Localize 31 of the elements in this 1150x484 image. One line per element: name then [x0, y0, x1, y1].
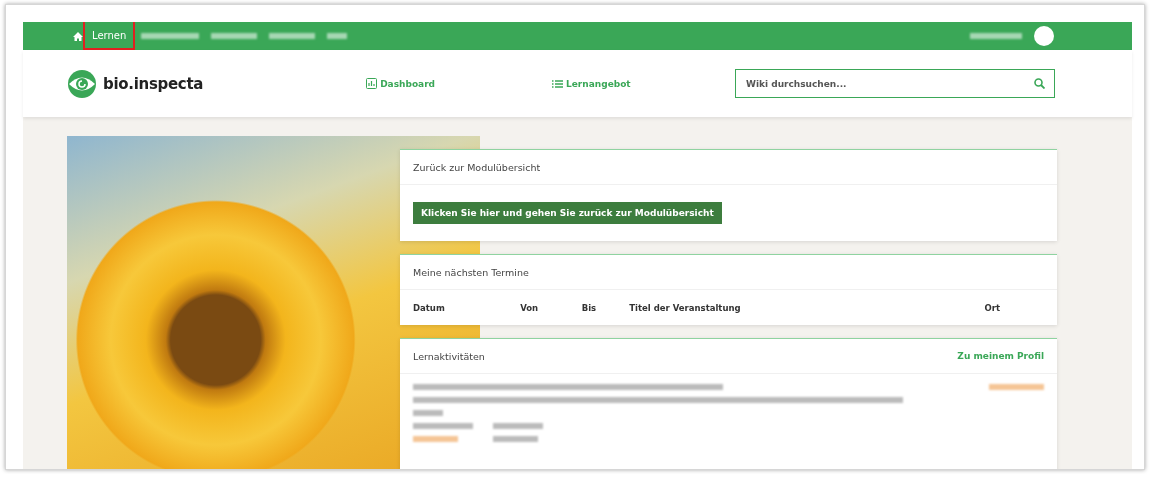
back-to-modules-button[interactable]: Klicken Sie hier und gehen Sie zurück zur Modulübersicht	[413, 202, 722, 224]
card-title: Zurück zur Modulübersicht	[413, 161, 541, 173]
blurred-text	[413, 410, 443, 416]
blurred-text	[327, 33, 348, 39]
blurred-text	[493, 423, 543, 429]
blurred-text	[413, 436, 458, 442]
column-header: Titel der Veranstaltung	[629, 302, 742, 313]
blurred-text	[141, 33, 200, 39]
logo-text: bio.inspecta	[103, 74, 204, 93]
blurred-text	[989, 384, 1044, 390]
blurred-text	[211, 33, 258, 39]
blurred-text	[493, 436, 538, 442]
search-icon[interactable]	[1034, 78, 1045, 89]
eye-logo-icon	[67, 68, 97, 99]
list-icon	[552, 79, 564, 88]
chart-icon	[366, 78, 378, 89]
search-field[interactable]: Wiki durchsuchen...	[735, 69, 1055, 98]
blurred-text	[269, 33, 316, 39]
home-icon[interactable]	[73, 31, 83, 41]
avatar-icon[interactable]	[1034, 26, 1054, 46]
column-header: Bis	[581, 302, 598, 313]
column-header: Ort	[984, 302, 1001, 313]
nav-link[interactable]: Dashboard	[366, 78, 436, 89]
profile-link[interactable]: Zu meinem Profil	[957, 351, 1044, 361]
blurred-text	[970, 33, 1022, 39]
column-header: Von	[520, 302, 540, 313]
card-title: Lernaktivitäten	[413, 350, 485, 362]
column-header: Datum	[413, 302, 446, 313]
nav-link[interactable]: Lernangebot	[552, 78, 631, 89]
blurred-text	[413, 423, 473, 429]
card-title: Meine nächsten Termine	[413, 266, 529, 278]
